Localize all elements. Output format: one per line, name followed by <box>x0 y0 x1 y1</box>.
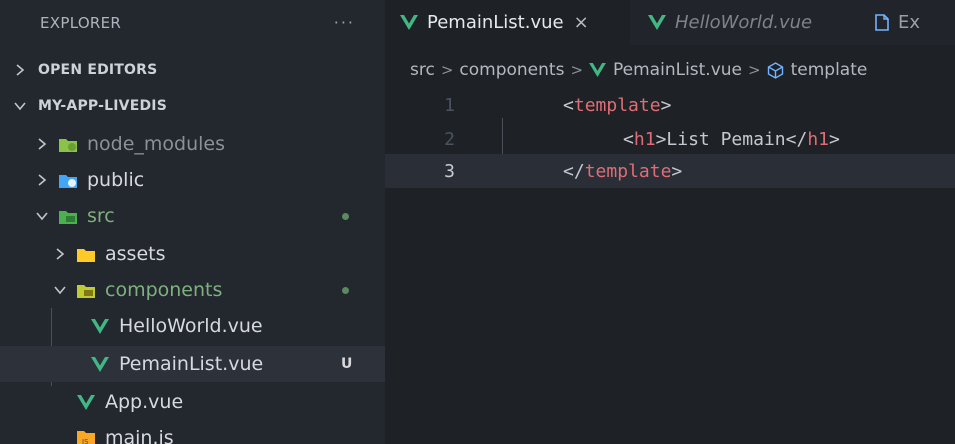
tree-item-app-vue[interactable]: App.vue <box>0 384 385 420</box>
tree-item-node-modules[interactable]: node_modules <box>0 126 385 162</box>
code-editor[interactable]: 1 <template> 2 <h1>List Pemain</h1> 3 </… <box>385 88 955 444</box>
breadcrumb-item-src[interactable]: src <box>410 60 435 80</box>
token: > <box>671 160 683 182</box>
tree-item-label: public <box>87 169 145 191</box>
cube-icon <box>767 61 784 79</box>
open-editors-section[interactable]: OPEN EDITORS <box>0 53 385 87</box>
chevron-down-icon <box>34 211 50 221</box>
tree-item-helloworld-vue[interactable]: HelloWorld.vue <box>0 308 385 344</box>
more-actions-icon[interactable]: ··· <box>334 13 355 32</box>
tree-item-label: assets <box>105 243 166 265</box>
tab-pemainlist-vue[interactable]: PemainList.vue × <box>385 0 630 45</box>
token: List Pemain <box>666 128 786 150</box>
js-icon: JS <box>76 429 96 444</box>
tree-item-label: App.vue <box>105 391 184 413</box>
code-text: </template> <box>498 140 682 203</box>
tree-item-label: src <box>87 205 115 227</box>
chevron-right-icon <box>12 64 28 76</box>
components-folder-icon <box>76 281 96 299</box>
code-line-current: 3 </template> <box>385 154 955 188</box>
tab-label: Ex <box>898 12 921 33</box>
tree-item-label: HelloWorld.vue <box>119 315 263 337</box>
tab-helloworld-vue[interactable]: HelloWorld.vue <box>630 0 860 45</box>
tree-item-main-js[interactable]: JS main.js <box>0 420 385 444</box>
svg-text:JS: JS <box>81 438 89 444</box>
vue-icon <box>400 15 418 30</box>
line-number: 3 <box>444 160 455 182</box>
line-number: 2 <box>444 128 455 150</box>
tree-item-label: node_modules <box>87 133 226 155</box>
chevron-down-icon <box>12 101 28 111</box>
token: h1 <box>807 128 829 150</box>
open-editors-label: OPEN EDITORS <box>38 62 158 78</box>
vue-icon <box>648 15 666 30</box>
public-folder-icon <box>58 171 78 189</box>
project-label: MY-APP-LIVEDIS <box>38 98 167 114</box>
tree-item-pemainlist-vue[interactable]: PemainList.vue U <box>0 346 385 382</box>
vue-icon <box>90 317 110 335</box>
breadcrumb-item-template[interactable]: template <box>791 60 868 80</box>
tree-item-assets[interactable]: assets <box>0 236 385 272</box>
vue-icon <box>76 393 96 411</box>
breadcrumb-separator: > <box>748 61 761 79</box>
token: template <box>584 160 672 182</box>
src-folder-icon <box>58 207 78 225</box>
tree-item-public[interactable]: public <box>0 162 385 198</box>
explorer-sidebar: EXPLORER ··· OPEN EDITORS MY-APP-LIVEDIS… <box>0 0 385 444</box>
chevron-down-icon <box>52 285 68 295</box>
git-modified-dot <box>342 286 349 294</box>
chevron-right-icon <box>52 248 68 260</box>
tree-item-src[interactable]: src <box>0 198 385 234</box>
token: > <box>829 128 840 150</box>
tree-item-label: PemainList.vue <box>119 353 264 375</box>
explorer-title: EXPLORER <box>40 13 122 32</box>
project-section[interactable]: MY-APP-LIVEDIS <box>0 89 385 123</box>
breadcrumb-separator: > <box>440 61 454 79</box>
tab-label: PemainList.vue <box>427 12 564 33</box>
tab-extra[interactable]: Ex <box>860 0 932 45</box>
git-untracked-badge: U <box>341 356 353 372</box>
tree-item-label: components <box>105 279 223 301</box>
node-modules-folder-icon <box>58 135 78 153</box>
git-modified-dot <box>342 212 349 220</box>
close-icon[interactable]: × <box>574 12 589 33</box>
explorer-header: EXPLORER ··· <box>0 0 385 45</box>
token: </ <box>785 128 808 150</box>
chevron-right-icon <box>34 174 50 186</box>
tree-item-components[interactable]: components <box>0 272 385 308</box>
token: </ <box>563 160 585 182</box>
file-icon <box>875 14 889 31</box>
editor-tab-bar: PemainList.vue × HelloWorld.vue Ex <box>385 0 955 45</box>
chevron-right-icon <box>34 138 50 150</box>
line-number: 1 <box>444 94 455 116</box>
tab-label: HelloWorld.vue <box>675 12 813 33</box>
assets-folder-icon <box>76 245 96 263</box>
tree-item-label: main.js <box>105 427 174 444</box>
vue-icon <box>90 355 110 373</box>
